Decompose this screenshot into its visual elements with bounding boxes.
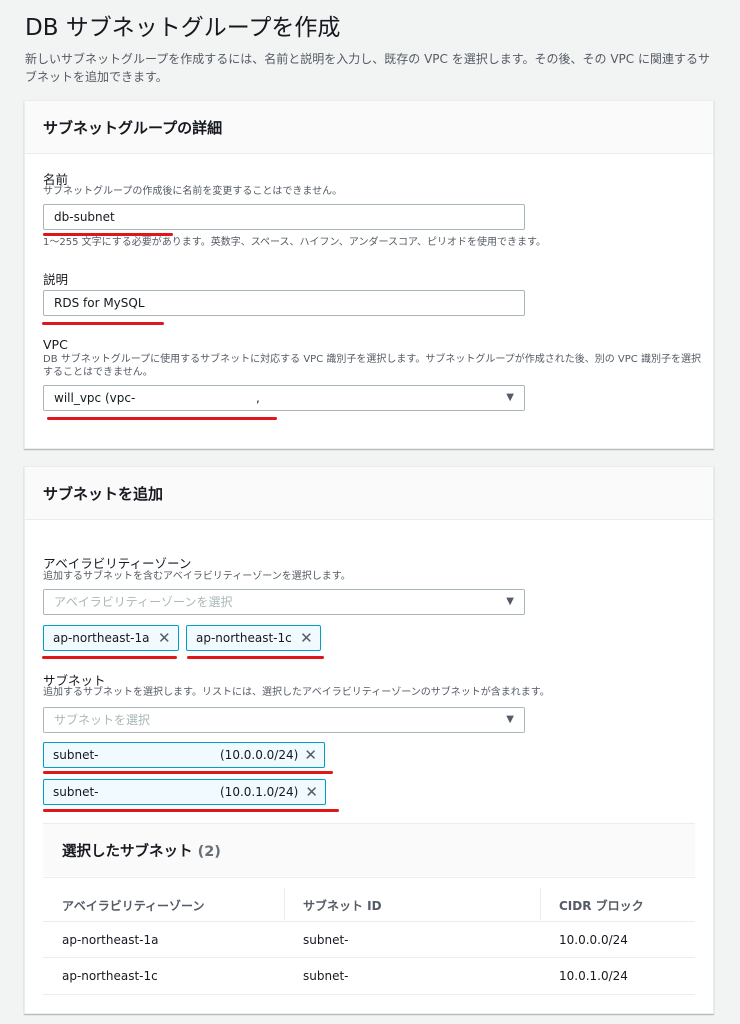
column-separator [284, 888, 285, 920]
token-label: subnet- [53, 748, 99, 762]
divider [43, 877, 695, 878]
subnet-token-1: subnet- (10.0.0.0/24) ✕ [43, 742, 325, 768]
table-title: 選択したサブネット (2) [62, 840, 221, 861]
vpc-hint: DB サブネットグループに使用するサブネットに対応する VPC 識別子を選択しま… [43, 354, 701, 378]
annotation-underline [47, 417, 277, 420]
name-hint: サブネットグループの作成後に名前を変更することはできません。 [43, 186, 343, 197]
table-cell: subnet- [303, 933, 349, 947]
vpc-select[interactable]: will_vpc (vpc- , ▼ [43, 385, 525, 411]
az-placeholder: アベイラビリティーゾーンを選択 [54, 595, 233, 609]
vpc-label: VPC [43, 337, 68, 352]
column-separator [540, 888, 541, 920]
column-header[interactable]: CIDR ブロック [559, 897, 644, 914]
name-value: db-subnet [54, 210, 115, 224]
panel-header: サブネットグループの詳細 [25, 101, 713, 154]
divider [43, 994, 695, 995]
token-label: subnet- [53, 785, 99, 799]
caret-down-icon: ▼ [506, 596, 514, 607]
page-title: DB サブネットグループを作成 [25, 15, 341, 41]
panel-header: サブネットを追加 [25, 467, 713, 520]
selected-count: (2) [197, 844, 221, 860]
subnet-select[interactable]: サブネットを選択 ▼ [43, 707, 525, 733]
vpc-value: will_vpc (vpc- [54, 391, 136, 405]
close-icon[interactable]: ✕ [300, 626, 313, 650]
panel-title: サブネットを追加 [43, 485, 164, 503]
panel-title: サブネットグループの詳細 [43, 119, 223, 137]
column-header[interactable]: アベイラビリティーゾーン [62, 897, 204, 914]
table-title-text: 選択したサブネット [62, 844, 193, 860]
subnet-placeholder: サブネットを選択 [54, 713, 151, 727]
description-value: RDS for MySQL [54, 296, 145, 310]
table-cell: 10.0.1.0/24 [559, 969, 628, 983]
close-icon[interactable]: ✕ [158, 626, 171, 650]
add-subnets-panel: サブネットを追加 アベイラビリティーゾーン 追加するサブネットを含むアベイラビリ… [24, 466, 714, 1014]
page-description: 新しいサブネットグループを作成するには、名前と説明を入力し、既存の VPC を選… [25, 52, 710, 84]
token-label: ap-northeast-1c [196, 631, 292, 645]
annotation-underline [187, 656, 324, 659]
table-cell: ap-northeast-1a [62, 933, 159, 947]
annotation-underline [43, 771, 333, 774]
close-icon[interactable]: ✕ [305, 780, 318, 804]
subnet-hint: 追加するサブネットを選択します。リストには、選択したアベイラビリティーゾーンのサ… [43, 687, 550, 698]
annotation-underline [43, 809, 339, 812]
name-constraint: 1〜255 文字にする必要があります。英数字、スペース、ハイフン、アンダースコア… [43, 237, 547, 248]
token-cidr: (10.0.1.0/24) [220, 785, 299, 799]
annotation-underline [42, 656, 177, 659]
close-icon[interactable]: ✕ [304, 743, 317, 767]
token-cidr: (10.0.0.0/24) [220, 748, 299, 762]
description-label: 説明 [43, 272, 69, 287]
token-label: ap-northeast-1a [53, 631, 150, 645]
name-input[interactable]: db-subnet [43, 204, 525, 230]
divider [43, 957, 695, 958]
az-hint: 追加するサブネットを含むアベイラビリティーゾーンを選択します。 [43, 571, 351, 582]
az-token-1c: ap-northeast-1c ✕ [186, 625, 321, 651]
vpc-value-tail: , [256, 391, 260, 405]
description-input[interactable]: RDS for MySQL [43, 290, 525, 316]
table-cell: subnet- [303, 969, 349, 983]
column-header[interactable]: サブネット ID [303, 897, 382, 914]
az-select[interactable]: アベイラビリティーゾーンを選択 ▼ [43, 589, 525, 615]
table-cell: ap-northeast-1c [62, 969, 158, 983]
annotation-underline [42, 322, 164, 325]
caret-down-icon: ▼ [506, 392, 514, 403]
subnet-token-2: subnet- (10.0.1.0/24) ✕ [43, 779, 326, 805]
caret-down-icon: ▼ [506, 714, 514, 725]
selected-subnets-table: 選択したサブネット (2) アベイラビリティーゾーン サブネット ID CIDR… [43, 823, 695, 996]
az-token-1a: ap-northeast-1a ✕ [43, 625, 179, 651]
table-header: 選択したサブネット (2) [43, 824, 695, 876]
table-cell: 10.0.0.0/24 [559, 933, 628, 947]
divider [43, 921, 695, 922]
subnet-group-details-panel: サブネットグループの詳細 名前 サブネットグループの作成後に名前を変更することは… [24, 100, 714, 449]
